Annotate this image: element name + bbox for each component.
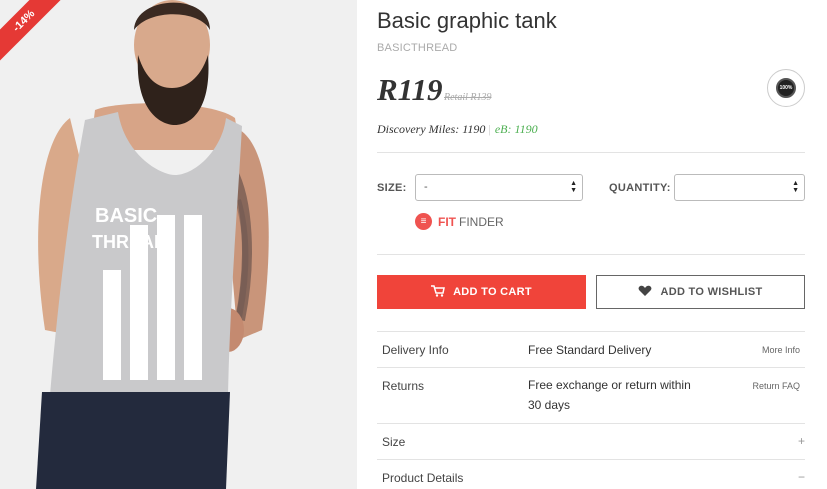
add-to-wishlist-button[interactable]: ADD TO WISHLIST: [596, 275, 805, 309]
divider: [377, 152, 805, 153]
product-brand[interactable]: BASICTHREAD: [377, 42, 457, 54]
product-title: Basic graphic tank: [377, 8, 557, 33]
svg-text:THREAD: THREAD: [92, 232, 167, 252]
heart-icon: [638, 285, 652, 300]
size-select[interactable]: - ▲ ▼: [415, 174, 583, 201]
returns-value-line1: Free exchange or return within: [528, 378, 691, 392]
product-details-panel: Basic graphic tank BASICTHREAD R119 Reta…: [377, 0, 805, 489]
retail-price: Retail R139: [444, 92, 492, 103]
fit-finder-rest: FINDER: [459, 214, 504, 229]
product-price: R119: [377, 72, 443, 107]
size-label: SIZE:: [377, 182, 407, 194]
discovery-miles: Discovery Miles: 1190: [377, 122, 486, 136]
delivery-info-value: Free Standard Delivery: [528, 343, 652, 357]
select-arrows-icon: ▲ ▼: [570, 180, 577, 194]
fit-finder-link[interactable]: ≡ FIT FINDER: [415, 213, 504, 230]
return-faq-link[interactable]: Return FAQ: [752, 381, 800, 391]
cart-icon: [431, 284, 445, 300]
fit-finder-icon: ≡: [415, 213, 432, 230]
expand-icon: +: [797, 434, 805, 448]
add-to-cart-label: ADD TO CART: [453, 286, 532, 298]
size-accordion-label: Size: [382, 435, 406, 449]
product-photo: BASIC THREAD: [0, 0, 357, 489]
divider: [377, 459, 805, 460]
product-image-panel[interactable]: -14% BASIC THREAD: [0, 0, 357, 489]
collapse-icon: −: [797, 470, 805, 484]
size-select-value: -: [424, 181, 428, 193]
quality-seal-text: 100%: [776, 78, 796, 98]
divider: [377, 254, 805, 255]
quantity-select[interactable]: ▲ ▼: [674, 174, 805, 201]
rewards-line: Discovery Miles: 1190 | eB: 1190: [377, 122, 538, 136]
quality-seal-icon: 100%: [767, 69, 805, 107]
divider: [377, 331, 805, 332]
quantity-label: QUANTITY:: [609, 182, 671, 194]
fit-finder-strong: FIT: [438, 214, 456, 229]
delivery-info-label: Delivery Info: [382, 343, 449, 357]
ebucks: eB: 1190: [494, 122, 538, 136]
select-arrows-icon: ▲ ▼: [792, 180, 799, 194]
product-details-label: Product Details: [382, 471, 464, 485]
returns-label: Returns: [382, 379, 425, 393]
divider: [377, 423, 805, 424]
returns-value-line2: 30 days: [528, 398, 571, 412]
add-to-wishlist-label: ADD TO WISHLIST: [660, 286, 763, 298]
add-to-cart-button[interactable]: ADD TO CART: [377, 275, 586, 309]
svg-text:BASIC: BASIC: [95, 205, 157, 227]
divider: [377, 367, 805, 368]
more-info-link[interactable]: More Info: [762, 345, 800, 355]
